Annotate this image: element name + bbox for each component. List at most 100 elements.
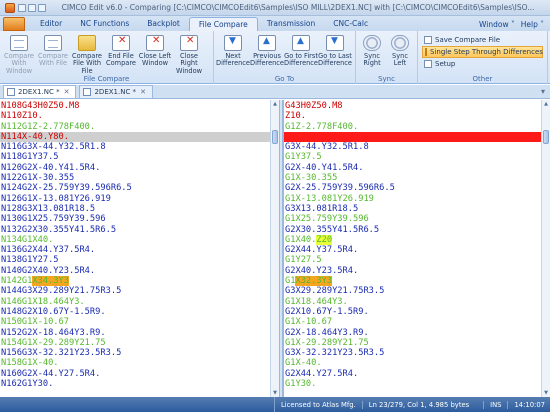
code-line[interactable]: G2X-18.464Y3.R9.: [284, 328, 550, 338]
code-line[interactable]: G1Y37.5: [284, 152, 550, 162]
code-line[interactable]: N112G1Z-2.778F400.: [0, 122, 279, 132]
app-logo-icon[interactable]: [5, 2, 15, 13]
code-line[interactable]: N128G3X13.081R18.5: [0, 204, 279, 214]
tab-list-icon[interactable]: ▾: [541, 86, 545, 98]
code-text: N124G2X-25.759Y39.596R6.5: [1, 183, 132, 194]
code-line[interactable]: G1X-10.67: [284, 317, 550, 327]
tab-transmission[interactable]: Transmission: [258, 17, 324, 31]
tab-editor[interactable]: Editor: [31, 17, 71, 31]
code-line[interactable]: N136G2X44.Y37.5R4.: [0, 245, 279, 255]
code-line[interactable]: N148G2X10.67Y-1.5R9.: [0, 307, 279, 317]
code-line[interactable]: N150G1X-10.67: [0, 317, 279, 327]
right-editor-pane[interactable]: G43H0Z50.M8 Z10. G1Z-2.778F400. G3X-44.Y32.…: [283, 100, 550, 397]
code-text: G1X40.: [285, 234, 317, 245]
code-line[interactable]: G3X-44.Y32.5R1.8: [284, 142, 550, 152]
scroll-up-arrow-icon[interactable]: ▲: [542, 100, 550, 108]
scroll-down-arrow-icon[interactable]: ▼: [542, 389, 550, 397]
code-line[interactable]: G1X40.Z20: [284, 234, 550, 245]
code-text: G1: [285, 276, 296, 287]
tab-file-compare[interactable]: File Compare: [188, 17, 258, 31]
code-text: N126G1X-13.081Y26.919: [1, 193, 111, 204]
code-line[interactable]: G2X44.Y27.5R4.: [284, 369, 550, 379]
code-line[interactable]: G1Y27.5: [284, 255, 550, 265]
left-scrollbar[interactable]: ▲ ▼: [270, 100, 279, 397]
save-compare-file-button[interactable]: Save Compare File: [422, 34, 543, 46]
code-text: N154G1X-29.289Y21.75: [1, 337, 106, 348]
code-line[interactable]: N124G2X-25.759Y39.596R6.5: [0, 183, 279, 193]
code-line[interactable]: N120G2X-40.Y41.5R4.: [0, 163, 279, 173]
code-text: G2X-18.464Y3.R9.: [285, 327, 369, 338]
code-line[interactable]: G1Y30.: [284, 379, 550, 389]
code-line[interactable]: G1X32.3Y3: [284, 276, 550, 287]
tab-nc-functions[interactable]: NC Functions: [71, 17, 138, 31]
code-line[interactable]: N162G1Y30.: [0, 379, 279, 389]
code-line[interactable]: G2X40.Y23.5R4.: [284, 266, 550, 276]
group-title-file-compare: File Compare: [83, 75, 130, 83]
code-line[interactable]: N114X-40.Y80.: [0, 131, 279, 143]
code-line[interactable]: G3X-32.321Y23.5R3.5: [284, 348, 550, 358]
code-line[interactable]: N130G1X25.759Y39.596: [0, 214, 279, 224]
left-scroll-thumb[interactable]: [272, 130, 278, 144]
code-line[interactable]: G1X-29.289Y21.75: [284, 338, 550, 348]
code-line[interactable]: G2X-25.759Y39.596R6.5: [284, 183, 550, 193]
code-line[interactable]: G2X-40.Y41.5R4.: [284, 163, 550, 173]
code-line[interactable]: N110Z10.: [0, 111, 279, 121]
code-line[interactable]: N146G1X18.464Y3.: [0, 297, 279, 307]
scroll-up-arrow-icon[interactable]: ▲: [271, 100, 279, 108]
window-menu[interactable]: Window ˅: [479, 20, 515, 29]
code-line[interactable]: Z10.: [284, 111, 550, 121]
code-line[interactable]: [284, 131, 550, 143]
code-line[interactable]: N140G2X40.Y23.5R4.: [0, 266, 279, 276]
tab-backplot[interactable]: Backplot: [138, 17, 189, 31]
code-line[interactable]: N156G3X-32.321Y23.5R3.5: [0, 348, 279, 358]
tab-cnc-calc[interactable]: CNC-Calc: [324, 17, 377, 31]
close-tab-icon[interactable]: ✕: [64, 88, 70, 96]
code-line[interactable]: N160G2X-44.Y27.5R4.: [0, 369, 279, 379]
right-scrollbar[interactable]: ▲ ▼: [541, 100, 550, 397]
code-line[interactable]: G1X-30.355: [284, 173, 550, 183]
help-menu[interactable]: Help ˅: [521, 20, 544, 29]
code-line[interactable]: G43H0Z50.M8: [284, 101, 550, 111]
scroll-down-arrow-icon[interactable]: ▼: [271, 389, 279, 397]
right-scroll-thumb[interactable]: [543, 130, 549, 144]
code-line[interactable]: N138G1Y27.5: [0, 255, 279, 265]
code-line[interactable]: N132G2X30.355Y41.5R6.5: [0, 225, 279, 235]
code-line[interactable]: G2X44.Y37.5R4.: [284, 245, 550, 255]
code-line[interactable]: G1Z-2.778F400.: [284, 122, 550, 132]
setup-button[interactable]: Setup: [422, 58, 543, 70]
code-line[interactable]: G1X18.464Y3.: [284, 297, 550, 307]
code-line[interactable]: G3X29.289Y21.75R3.5: [284, 286, 550, 296]
code-line[interactable]: N158G1X-40.: [0, 358, 279, 368]
doc-tab-right[interactable]: 2DEX1.NC * ✕: [79, 85, 153, 98]
code-line[interactable]: G2X30.355Y41.5R6.5: [284, 225, 550, 235]
first-difference-icon: [292, 35, 310, 51]
code-text: G1X-30.355: [285, 173, 338, 184]
code-line[interactable]: G1X25.759Y39.596: [284, 214, 550, 224]
code-text: Z10.: [285, 111, 306, 122]
code-line[interactable]: G2X10.67Y-1.5R9.: [284, 307, 550, 317]
open-file-icon[interactable]: [28, 3, 36, 12]
application-menu-button[interactable]: [3, 17, 25, 31]
code-line[interactable]: N152G2X-18.464Y3.R9.: [0, 328, 279, 338]
code-line[interactable]: N126G1X-13.081Y26.919: [0, 194, 279, 204]
code-line[interactable]: N116G3X-44.Y32.5R1.8: [0, 142, 279, 152]
code-line[interactable]: N118G1Y37.5: [0, 152, 279, 162]
code-line[interactable]: N154G1X-29.289Y21.75: [0, 338, 279, 348]
close-tab-icon[interactable]: ✕: [140, 88, 146, 96]
code-line[interactable]: N122G1X-30.355: [0, 173, 279, 183]
code-line[interactable]: G1X-40.: [284, 358, 550, 368]
left-editor-pane[interactable]: N108G43H0Z50.M8 N110Z10. N112G1Z-2.778F400…: [0, 100, 279, 397]
code-text: N122G1X-30.355: [1, 173, 75, 184]
code-line[interactable]: N134G1X40.: [0, 235, 279, 245]
code-line[interactable]: N142G1X34.3Y3: [0, 276, 279, 287]
new-file-icon[interactable]: [18, 3, 26, 12]
code-line[interactable]: N144G3X29.289Y21.75R3.5: [0, 286, 279, 296]
code-line[interactable]: G3X13.081R18.5: [284, 204, 550, 214]
code-line[interactable]: N108G43H0Z50.M8: [0, 101, 279, 111]
doc-tab-left[interactable]: 2DEX1.NC * ✕: [3, 85, 77, 98]
save-file-icon[interactable]: [38, 3, 46, 12]
code-line[interactable]: G1X-13.081Y26.919: [284, 194, 550, 204]
single-step-button[interactable]: Single Step Through Differences: [422, 46, 543, 58]
code-text: N150G1X-10.67: [1, 317, 69, 328]
code-text: N112G1Z-2.778F400.: [1, 121, 96, 132]
